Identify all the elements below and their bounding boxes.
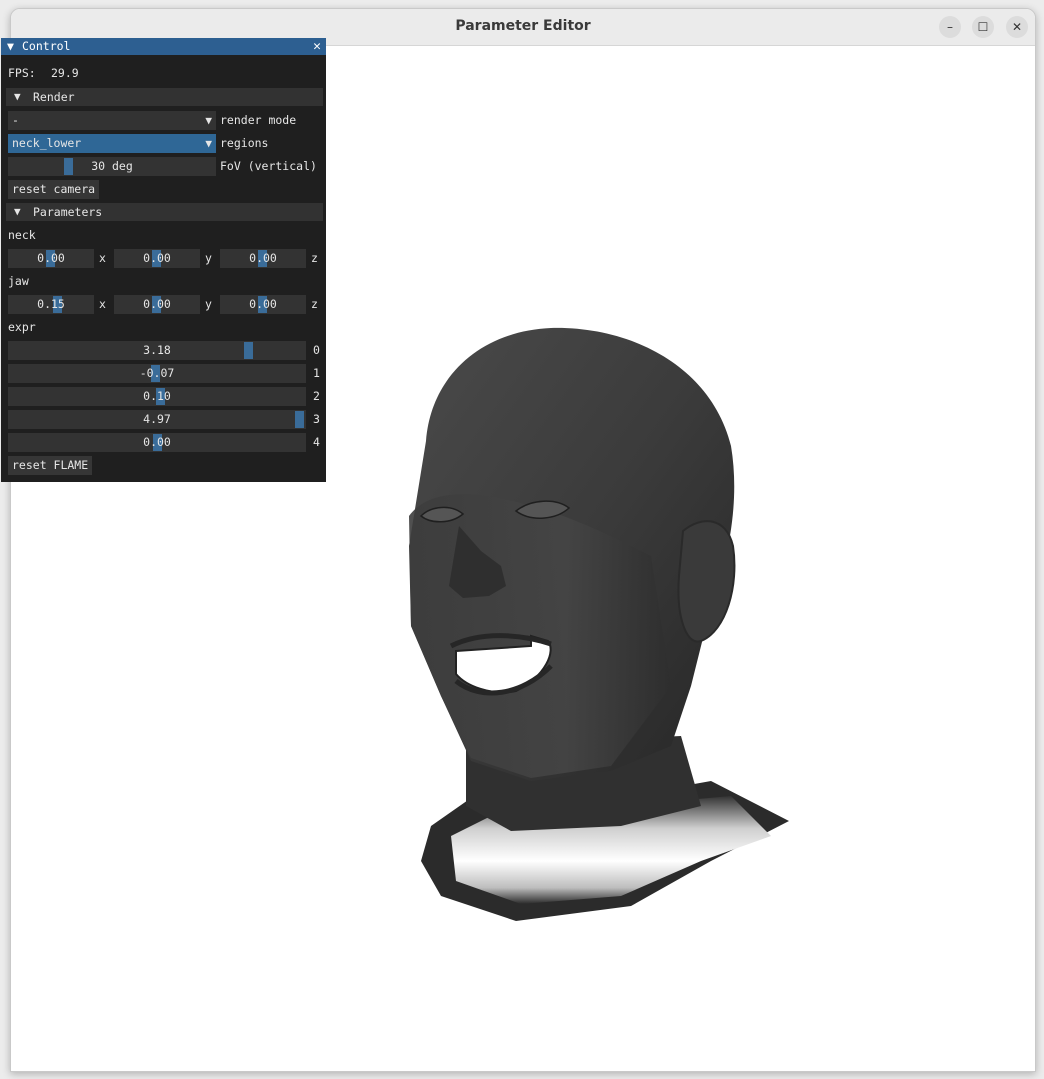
jaw-y-axis: y [205, 297, 212, 311]
jaw-z-axis: z [311, 297, 318, 311]
expr-2-slider[interactable]: 0.10 [8, 387, 306, 406]
collapse-icon[interactable]: ▼ [7, 38, 14, 55]
neck-x-value: 0.00 [37, 251, 65, 265]
render-header[interactable]: ▼ Render [6, 88, 323, 106]
expr-0-slider[interactable]: 3.18 [8, 341, 306, 360]
expr-2-index: 2 [313, 389, 320, 403]
jaw-x-value: 0.15 [37, 297, 65, 311]
regions-value: neck_lower [12, 136, 82, 150]
parameters-header-label: Parameters [33, 205, 103, 219]
parameters-header[interactable]: ▼ Parameters [6, 203, 323, 221]
expr-4-index: 4 [313, 435, 320, 449]
expr-0-grab[interactable] [244, 342, 253, 359]
expr-label: expr [8, 320, 36, 334]
neck-z-axis: z [311, 251, 318, 265]
expr-0-value: 3.18 [143, 343, 171, 357]
minimize-button[interactable]: – [939, 16, 961, 38]
jaw-z-slider[interactable]: 0.00 [220, 295, 306, 314]
jaw-z-value: 0.00 [249, 297, 277, 311]
expr-1-index: 1 [313, 366, 320, 380]
reset-camera-button[interactable]: reset camera [8, 180, 100, 199]
expr-0-index: 0 [313, 343, 320, 357]
regions-label: regions [220, 136, 269, 150]
expr-3-slider[interactable]: 4.97 [8, 410, 306, 429]
expr-3-value: 4.97 [143, 412, 171, 426]
neck-y-slider[interactable]: 0.00 [114, 249, 200, 268]
fov-label: FoV (vertical) [220, 159, 317, 173]
control-panel[interactable]: ▼ Control ✕ FPS: 29.9 ▼ Render - ▼ rende… [1, 38, 326, 482]
jaw-y-value: 0.00 [143, 297, 171, 311]
neck-z-slider[interactable]: 0.00 [220, 249, 306, 268]
render-mode-value: - [12, 113, 19, 127]
parameters-collapse-icon: ▼ [14, 205, 21, 218]
fps-row: FPS: 29.9 [1, 64, 326, 83]
neck-x-axis: x [99, 251, 106, 265]
expr-1-slider[interactable]: -0.07 [8, 364, 306, 383]
neck-x-slider[interactable]: 0.00 [8, 249, 94, 268]
close-button[interactable]: ✕ [1006, 16, 1028, 38]
neck-y-axis: y [205, 251, 212, 265]
panel-title: Control [22, 39, 71, 53]
expr-3-grab[interactable] [295, 411, 304, 428]
regions-dropdown[interactable]: neck_lower ▼ [8, 134, 216, 153]
expr-1-value: -0.07 [139, 366, 175, 380]
jaw-x-slider[interactable]: 0.15 [8, 295, 94, 314]
chevron-down-icon: ▼ [205, 137, 212, 150]
neck-z-value: 0.00 [249, 251, 277, 265]
maximize-button[interactable]: ☐ [972, 16, 994, 38]
window-title: Parameter Editor [455, 18, 591, 34]
expr-2-value: 0.10 [143, 389, 171, 403]
jaw-y-slider[interactable]: 0.00 [114, 295, 200, 314]
expr-4-value: 0.00 [143, 435, 171, 449]
render-header-label: Render [33, 90, 75, 104]
fps-label: FPS: [8, 66, 36, 80]
close-icon[interactable]: ✕ [313, 38, 321, 55]
chevron-down-icon: ▼ [205, 114, 212, 127]
neck-label: neck [8, 228, 36, 242]
fps-value: 29.9 [51, 66, 79, 80]
render-collapse-icon: ▼ [14, 90, 21, 103]
control-panel-title-bar[interactable]: ▼ Control ✕ [1, 38, 326, 55]
expr-4-slider[interactable]: 0.00 [8, 433, 306, 452]
fov-slider[interactable]: 30 deg [8, 157, 216, 176]
render-mode-dropdown[interactable]: - ▼ [8, 111, 216, 130]
neck-y-value: 0.00 [143, 251, 171, 265]
expr-3-index: 3 [313, 412, 320, 426]
jaw-label: jaw [8, 274, 29, 288]
fov-slider-grab[interactable] [64, 158, 73, 175]
reset-flame-button[interactable]: reset FLAME [8, 456, 93, 475]
render-mode-label: render mode [220, 113, 297, 127]
fov-value: 30 deg [91, 159, 133, 173]
jaw-x-axis: x [99, 297, 106, 311]
